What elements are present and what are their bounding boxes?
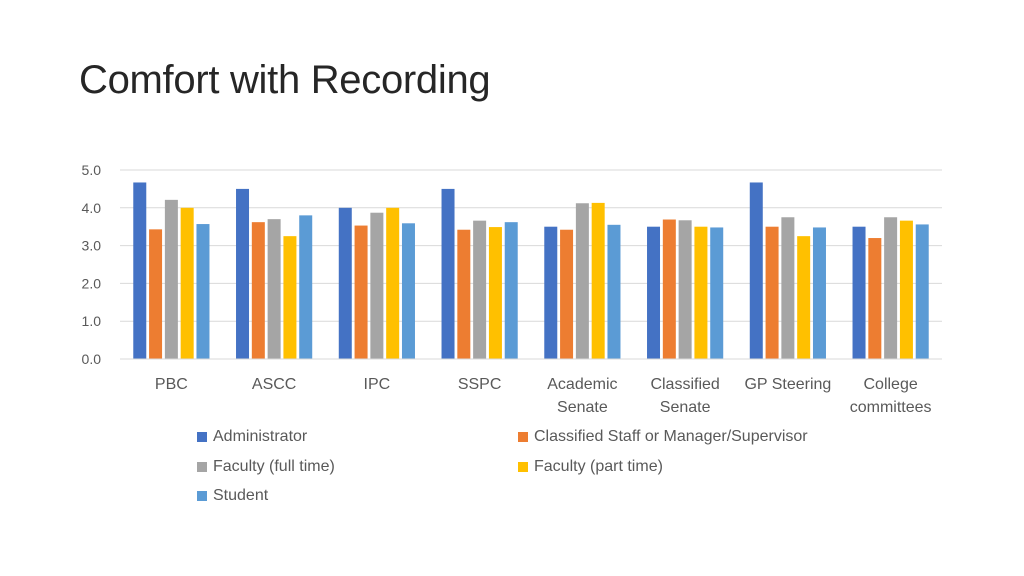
x-tick-label: PBC bbox=[155, 376, 188, 393]
x-tick-label: IPC bbox=[364, 376, 391, 393]
bar bbox=[386, 207, 400, 359]
legend-swatch bbox=[518, 461, 528, 472]
y-tick-label: 0.0 bbox=[82, 351, 102, 367]
bar bbox=[457, 229, 471, 359]
x-tick-label: SSPC bbox=[458, 376, 502, 393]
y-tick-label: 2.0 bbox=[82, 275, 102, 291]
bar bbox=[560, 229, 574, 359]
legend-swatch bbox=[197, 491, 207, 501]
bar bbox=[662, 219, 676, 359]
bar bbox=[354, 225, 368, 359]
x-tick-label: Academic bbox=[547, 376, 617, 393]
bar bbox=[852, 226, 866, 359]
legend-label: Faculty (full time) bbox=[213, 457, 335, 475]
x-tick-label: ASCC bbox=[252, 376, 296, 393]
bar bbox=[647, 226, 661, 359]
bar bbox=[236, 188, 250, 359]
legend-swatch bbox=[197, 461, 207, 472]
legend-label: Administrator bbox=[213, 428, 308, 445]
bar bbox=[473, 220, 487, 359]
y-tick-label: 5.0 bbox=[82, 162, 102, 178]
legend-swatch bbox=[197, 432, 207, 442]
x-tick-label: GP Steering bbox=[744, 376, 831, 393]
bar bbox=[251, 222, 265, 359]
bar bbox=[899, 220, 913, 359]
bar bbox=[401, 223, 415, 359]
bar-chart: 0.0 1.0 2.0 3.0 4.0 5.0 PBC ASCC IPC SSPC Academi… bbox=[82, 162, 942, 416]
bar bbox=[544, 226, 558, 359]
bar bbox=[749, 182, 763, 359]
x-tick-label: Senate bbox=[557, 399, 608, 416]
bar bbox=[797, 236, 811, 359]
bar bbox=[915, 224, 929, 359]
x-tick-label: Classified bbox=[650, 376, 719, 393]
bar bbox=[267, 219, 281, 359]
bar bbox=[488, 227, 502, 359]
x-axis-labels: PBC ASCC IPC SSPC Academic Senate Classified Se… bbox=[155, 376, 932, 416]
legend-label: Faculty (part time) bbox=[534, 457, 663, 475]
bar bbox=[196, 224, 210, 359]
legend-label: Classified Staff or Manager/Supervisor bbox=[534, 428, 808, 445]
bar bbox=[694, 226, 708, 359]
bar bbox=[884, 217, 898, 359]
bar bbox=[710, 227, 724, 359]
bar bbox=[812, 227, 826, 359]
x-tick-label: Senate bbox=[660, 399, 711, 416]
bar bbox=[781, 217, 795, 359]
bar bbox=[678, 220, 692, 359]
legend-swatch bbox=[518, 432, 528, 442]
bar bbox=[441, 188, 455, 359]
bar bbox=[504, 222, 518, 359]
bar bbox=[591, 202, 605, 359]
bar bbox=[133, 182, 147, 359]
bar bbox=[575, 203, 589, 359]
bar bbox=[370, 212, 384, 359]
y-tick-label: 1.0 bbox=[82, 313, 102, 329]
legend-item: Faculty (full time) bbox=[197, 458, 335, 476]
x-tick-label: committees bbox=[850, 399, 932, 416]
bar bbox=[868, 238, 882, 359]
legend-item: Classified Staff or Manager/Supervisor bbox=[518, 428, 808, 446]
y-tick-label: 4.0 bbox=[82, 200, 102, 216]
bar bbox=[607, 224, 621, 359]
bar bbox=[180, 207, 194, 359]
legend-label: Student bbox=[213, 487, 269, 504]
bars bbox=[133, 182, 929, 359]
bar bbox=[299, 215, 313, 359]
bar bbox=[149, 229, 163, 359]
bar bbox=[164, 199, 178, 359]
y-axis-ticks: 0.0 1.0 2.0 3.0 4.0 5.0 bbox=[82, 162, 102, 367]
y-tick-label: 3.0 bbox=[82, 238, 102, 254]
legend-item: Student bbox=[197, 487, 268, 505]
bar bbox=[765, 226, 779, 359]
legend-item: Faculty (part time) bbox=[518, 458, 663, 476]
legend-item: Administrator bbox=[197, 428, 307, 446]
bar bbox=[283, 236, 297, 359]
bar bbox=[338, 207, 352, 359]
x-tick-label: College bbox=[863, 376, 917, 393]
